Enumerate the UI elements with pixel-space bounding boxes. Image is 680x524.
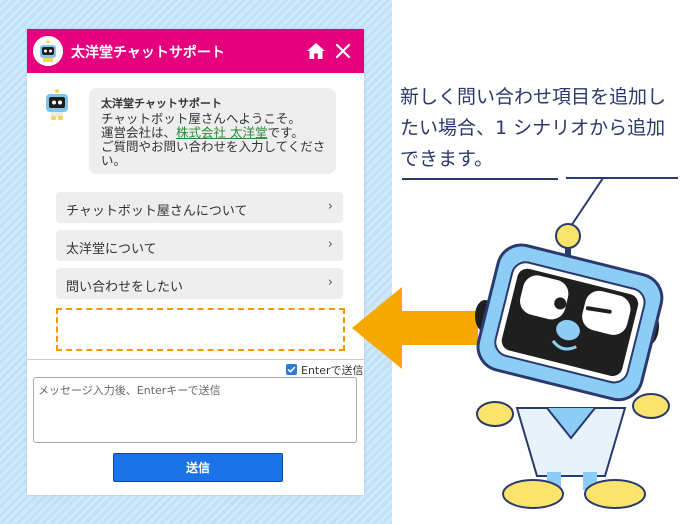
divider — [27, 359, 364, 360]
message-line-1: チャットボット屋さんへようこそ。 — [101, 111, 301, 126]
message-sender: 太洋堂チャットサポート — [101, 97, 222, 110]
send-button[interactable]: 送信 — [113, 453, 283, 482]
message-input[interactable] — [33, 377, 357, 443]
choice-about-taiyodo[interactable]: 太洋堂について › — [56, 230, 343, 261]
choice-label: チャットボット屋さんについて — [66, 204, 248, 219]
message-text: チャットボット屋さんへようこそ。 運営会社は、株式会社 太洋堂です。 ご質問やお… — [101, 112, 329, 168]
choice-inquiry[interactable]: 問い合わせをしたい › — [56, 268, 343, 299]
chevron-right-icon: › — [327, 199, 333, 214]
chat-header: 太洋堂チャットサポート — [27, 29, 364, 73]
chat-title: 太洋堂チャットサポート — [71, 45, 225, 61]
company-link[interactable]: 株式会社 太洋堂 — [176, 125, 267, 140]
home-icon[interactable] — [306, 42, 326, 60]
chevron-right-icon: › — [327, 237, 333, 252]
check-icon — [287, 366, 296, 373]
choice-label: 太洋堂について — [66, 242, 157, 257]
chat-window: 太洋堂チャットサポート 太洋堂チャットサポート チャットボット屋さんへようこそ。… — [27, 29, 364, 495]
bot-message-bubble: 太洋堂チャットサポート チャットボット屋さんへようこそ。 運営会社は、株式会社 … — [89, 88, 336, 174]
choice-about-chatbot-shop[interactable]: チャットボット屋さんについて › — [56, 192, 343, 223]
close-icon[interactable] — [333, 41, 353, 61]
choice-label: 問い合わせをしたい — [66, 280, 184, 295]
message-line-3: ご質問やお問い合わせを入力してください。 — [101, 139, 326, 168]
robot-avatar-icon — [33, 36, 63, 66]
robot-mascot-icon — [475, 177, 670, 509]
message-line-2-prefix: 運営会社は、 — [101, 125, 177, 140]
annotation-text: 新しく問い合わせ項目を追加したい場合、1 シナリオから追加できます。 — [400, 86, 667, 170]
enter-to-send-checkbox[interactable] — [286, 364, 297, 375]
bot-avatar-icon — [46, 89, 68, 120]
chevron-right-icon: › — [327, 275, 333, 290]
message-line-2-suffix: です。 — [267, 125, 304, 140]
new-choice-placeholder — [56, 308, 345, 351]
